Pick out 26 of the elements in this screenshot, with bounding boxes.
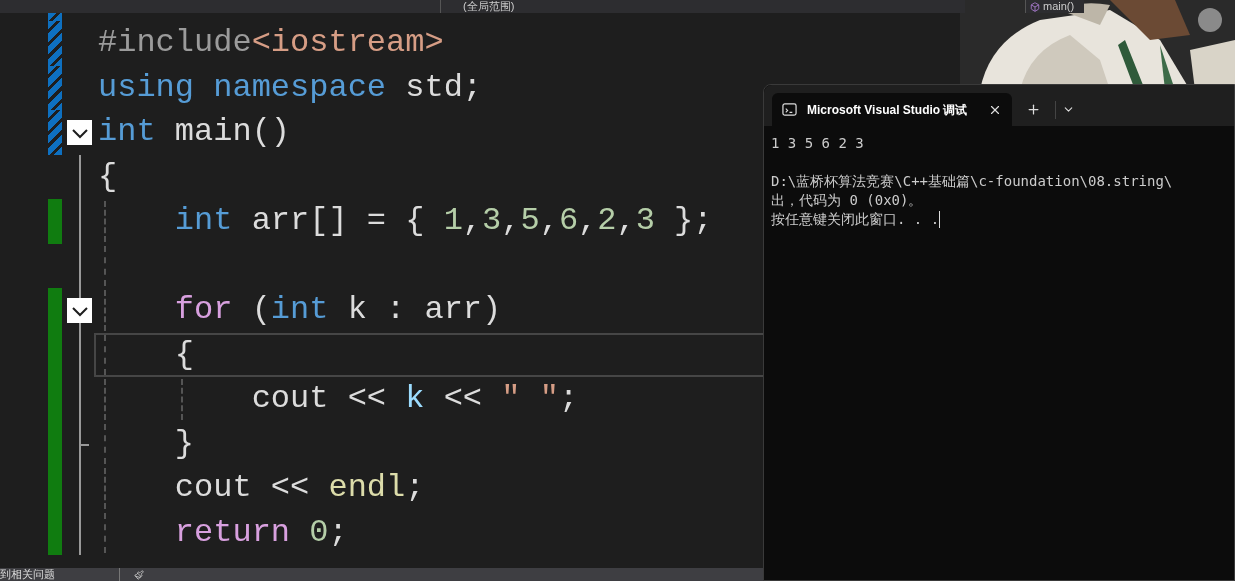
code-line: {: [98, 156, 118, 197]
cube-icon: [1030, 1, 1040, 12]
tab-title: Microsoft Visual Studio 调试: [807, 101, 969, 119]
console-tab[interactable]: Microsoft Visual Studio 调试: [772, 93, 1012, 126]
code-line: return 0;: [173, 512, 348, 553]
code-line: int main(): [98, 112, 291, 153]
fold-toggle[interactable]: [67, 120, 92, 145]
brush-icon[interactable]: [134, 569, 144, 580]
code-line: #include<iostream>: [98, 23, 444, 64]
text-cursor: [939, 211, 941, 228]
code-line: }: [173, 423, 194, 464]
code-line: int arr[] = { 1,3,5,6,2,3 };: [173, 201, 713, 242]
code-line: for (int k : arr): [173, 290, 502, 331]
fold-toggle[interactable]: [67, 298, 92, 323]
console-output: 出，代码为 0 (0x0)。: [771, 191, 923, 210]
issues-status[interactable]: 到相关问题: [0, 568, 120, 581]
console-output: 按任意键关闭此窗口. . .: [771, 210, 940, 229]
code-line: cout << k << " ";: [250, 379, 579, 420]
terminal-icon: [782, 102, 797, 117]
console-output: 1 3 5 6 2 3: [771, 134, 864, 153]
new-tab-icon[interactable]: [1026, 102, 1041, 117]
code-line: {: [173, 334, 194, 375]
console-output: D:\蓝桥杯算法竞赛\C++基础篇\c-foundation\08.string\: [771, 172, 1173, 191]
code-line: using namespace std;: [98, 67, 483, 108]
code-line: cout << endl;: [173, 468, 425, 509]
scope-dropdown[interactable]: (全局范围): [463, 0, 515, 13]
